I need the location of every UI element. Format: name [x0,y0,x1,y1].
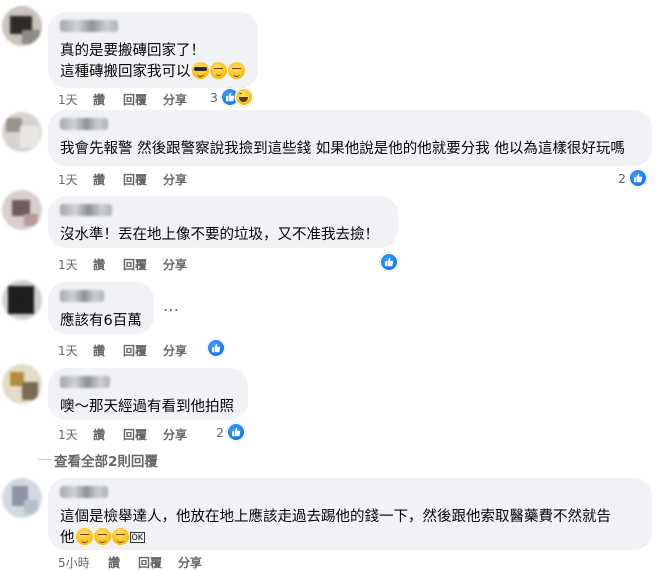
like-button[interactable]: 讚 [108,554,138,570]
comment-text: 我會先報警 然後跟警察說我撿到這些錢 如果他說是他的他就要分我 他以為這樣很好玩… [60,141,625,157]
reactions-summary[interactable]: 2 [216,422,245,442]
avatar[interactable] [2,112,42,152]
ok-badge: OK [129,532,146,543]
avatar[interactable] [2,190,42,230]
comment-time[interactable]: 1天 [58,426,93,443]
comment-text: 真的是要搬磚回家了！ 這種磚搬回家我可以 [60,41,246,83]
reactions-summary[interactable]: 2 [618,168,647,188]
like-reaction-icon [207,339,225,357]
reaction-count: 2 [618,170,626,186]
comment-actions: 1天 讚 回覆 分享 [58,171,203,188]
comment-time[interactable]: 1天 [58,171,93,188]
like-button[interactable]: 讚 [93,426,123,443]
author-name-blurred[interactable] [60,290,104,302]
reaction-count: 2 [216,424,224,440]
share-button[interactable]: 分享 [163,426,203,443]
reply-button[interactable]: 回覆 [123,256,163,273]
comment-text: 噢～那天經過有看到他拍照 [60,399,234,415]
author-name-blurred[interactable] [60,204,112,216]
author-name-blurred[interactable] [60,376,110,388]
comment-bubble: 真的是要搬磚回家了！ 這種磚搬回家我可以 [48,12,258,88]
share-button[interactable]: 分享 [163,91,203,108]
grinning-face-icon [93,528,111,545]
reaction-count: 3 [210,89,218,105]
comment-time[interactable]: 5小時 [58,554,108,570]
smirking-face-icon [209,62,227,79]
avatar[interactable] [2,280,42,320]
share-button[interactable]: 分享 [163,171,203,188]
comment-bubble: 這個是檢舉達人，他放在地上應該走過去踢他的錢一下，然後跟他索取醫藥費不然就告他 O… [48,478,652,550]
comment-time[interactable]: 1天 [58,91,93,108]
comment-time[interactable]: 1天 [58,256,93,273]
grinning-face-icon [227,62,245,79]
reply-button[interactable]: 回覆 [123,426,163,443]
author-name-blurred[interactable] [60,486,108,498]
comment-text: 沒水準！丟在地上像不要的垃圾，又不准我去撿！ [60,227,379,243]
avatar[interactable] [2,478,42,518]
like-reaction-icon [380,253,398,271]
author-name-blurred[interactable] [60,118,108,130]
share-button[interactable]: 分享 [163,342,203,359]
comment-bubble: 噢～那天經過有看到他拍照 [48,368,248,420]
like-button[interactable]: 讚 [93,91,123,108]
more-options-icon[interactable]: … [163,296,180,315]
author-name-blurred[interactable] [60,20,118,32]
reactions-summary[interactable] [207,338,225,358]
comment-actions: 1天 讚 回覆 分享 [58,256,203,273]
grinning-face-icon [75,528,93,545]
like-button[interactable]: 讚 [93,342,123,359]
like-reaction-icon [226,423,245,441]
comment-time[interactable]: 1天 [58,342,93,359]
view-all-replies-link[interactable]: 查看全部2則回覆 [54,450,158,470]
share-button[interactable]: 分享 [178,554,218,570]
comment-actions: 5小時 讚 回覆 分享 [58,554,218,570]
reactions-summary[interactable]: 3 [210,87,253,107]
reactions-summary[interactable] [380,252,398,272]
reply-button[interactable]: 回覆 [123,342,163,359]
reply-connector-line [38,459,52,460]
avatar[interactable] [2,364,42,404]
reply-button[interactable]: 回覆 [123,171,163,188]
avatar[interactable] [2,6,42,46]
share-button[interactable]: 分享 [163,256,203,273]
reply-button[interactable]: 回覆 [123,91,163,108]
comment-bubble: 我會先報警 然後跟警察說我撿到這些錢 如果他說是他的他就要分我 他以為這樣很好玩… [48,110,652,166]
like-button[interactable]: 讚 [93,256,123,273]
comment-text: 應該有6百萬 [60,313,142,329]
comment-bubble: 應該有6百萬 [48,282,154,334]
comment-actions: 1天 讚 回覆 分享 [58,426,203,443]
comment-actions: 1天 讚 回覆 分享 [58,91,203,108]
like-reaction-icon [628,169,647,187]
comment-actions: 1天 讚 回覆 分享 [58,342,203,359]
like-button[interactable]: 讚 [93,171,123,188]
comment-text: 這個是檢舉達人，他放在地上應該走過去踢他的錢一下，然後跟他索取醫藥費不然就告他 O… [60,509,611,546]
reply-button[interactable]: 回覆 [138,554,178,570]
comment-bubble: 沒水準！丟在地上像不要的垃圾，又不准我去撿！ [48,196,398,248]
grinning-face-icon [111,528,129,545]
haha-reaction-icon [234,88,253,106]
smiling-face-with-sunglasses-icon [191,62,209,79]
